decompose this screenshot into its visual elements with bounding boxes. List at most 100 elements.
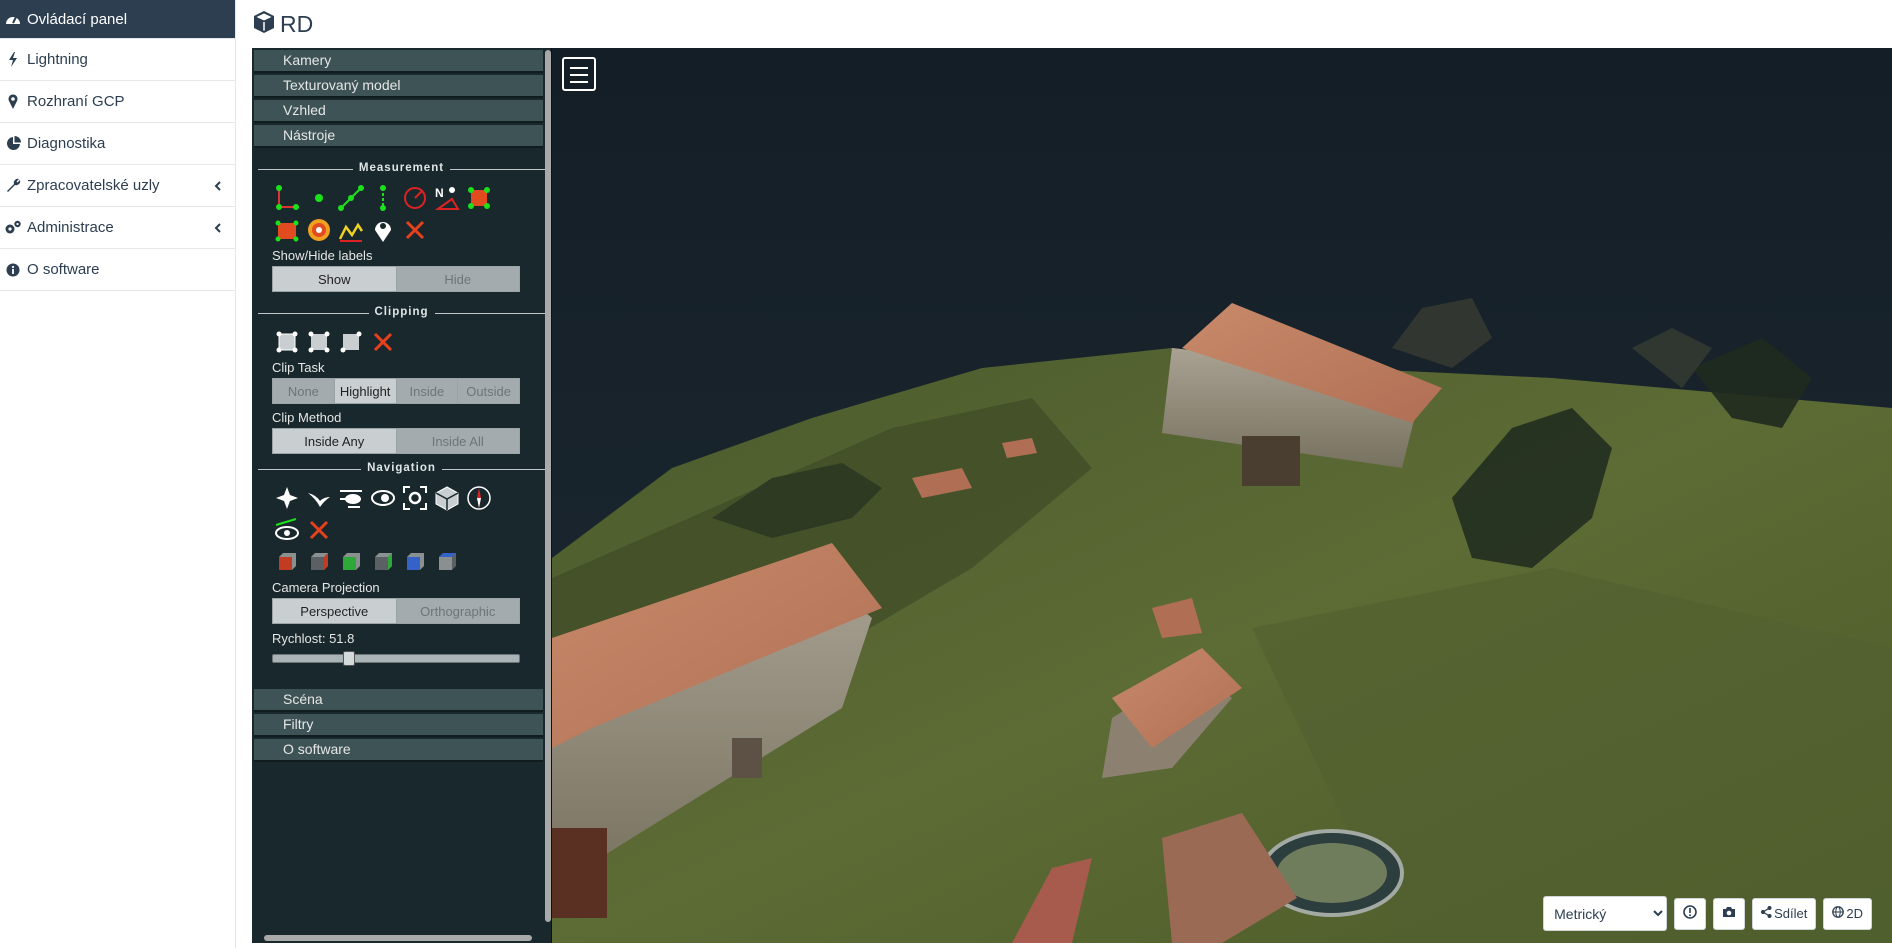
navigation-tools-row1 [252, 482, 551, 514]
cube-icon [252, 10, 276, 39]
perspective-button[interactable]: Perspective [273, 599, 397, 623]
gears-icon [4, 220, 22, 236]
globe-icon [1832, 906, 1845, 921]
sidebar-item-label: Zpracovatelské uzly [27, 177, 160, 194]
screenshot-button[interactable] [1713, 897, 1746, 930]
page-header: RD [252, 8, 313, 40]
accordion-textured-model[interactable]: Texturovaný model [254, 75, 543, 98]
accordion-scene[interactable]: Scéna [254, 689, 543, 712]
compass-icon[interactable] [464, 484, 493, 513]
show-labels-button[interactable]: Show [273, 267, 397, 291]
section-title: Clipping [368, 306, 435, 318]
sidebar-item-gcp-interface[interactable]: Rozhraní GCP [0, 81, 235, 123]
orthographic-button[interactable]: Orthographic [396, 599, 519, 623]
clip-method-group: Inside Any Inside All [272, 428, 520, 454]
height-profile-icon[interactable] [336, 216, 365, 245]
bolt-icon [4, 52, 22, 68]
accordion-about[interactable]: O software [254, 739, 543, 762]
sidebar-item-label: Ovládací panel [27, 10, 128, 28]
distance-measure-icon[interactable] [336, 184, 365, 213]
clip-method-inside-all-button[interactable]: Inside All [396, 429, 519, 453]
sidebar-item-label: Lightning [27, 51, 88, 68]
panel-horizontal-scrollbar[interactable] [264, 935, 532, 941]
earth-controls-icon[interactable] [272, 484, 301, 513]
camera-animation-icon[interactable] [272, 516, 301, 545]
navigation-tools-row2 [252, 514, 551, 546]
chevron-left-icon [214, 220, 221, 237]
helicopter-controls-icon[interactable] [336, 484, 365, 513]
view-mode-label: 2D [1846, 906, 1863, 921]
gps-info-button[interactable] [1674, 897, 1707, 930]
dashboard-icon [4, 11, 22, 27]
units-select[interactable]: Metrický [1543, 896, 1668, 931]
accordion-tools[interactable]: Nástroje [254, 125, 543, 148]
top-view-icon[interactable] [400, 548, 429, 577]
wrench-icon [4, 178, 22, 194]
azimuth-measure-icon[interactable]: N [432, 184, 461, 213]
measurement-section-title: Measurement [258, 162, 545, 176]
camera-projection-label: Camera Projection [272, 580, 380, 595]
orbit-controls-icon[interactable] [368, 484, 397, 513]
point-measure-icon[interactable] [304, 184, 333, 213]
menu-toggle-button[interactable] [562, 57, 596, 91]
annotation-marker-icon[interactable] [368, 216, 397, 245]
view-mode-button[interactable]: 2D [1823, 897, 1872, 930]
remove-measurements-icon[interactable] [400, 216, 429, 245]
labels-toggle-group: Show Hide [272, 266, 520, 292]
sidebar-item-lightning[interactable]: Lightning [0, 39, 235, 81]
clip-polygon-icon[interactable] [304, 328, 333, 357]
info-circle-icon [1683, 905, 1697, 922]
chevron-left-icon [214, 178, 221, 195]
navigation-cube-icon[interactable] [432, 484, 461, 513]
fly-controls-icon[interactable] [304, 484, 333, 513]
hide-labels-button[interactable]: Hide [396, 267, 519, 291]
sidebar-item-administration[interactable]: Administrace [0, 207, 235, 249]
clipping-section-title: Clipping [258, 306, 545, 320]
menu-icon [570, 67, 588, 69]
height-measure-icon[interactable] [368, 184, 397, 213]
sidebar-item-processing-nodes[interactable]: Zpracovatelské uzly [0, 165, 235, 207]
circle-measure-icon[interactable] [400, 184, 429, 213]
clip-task-none-button[interactable]: None [273, 379, 335, 403]
share-icon [1761, 906, 1772, 921]
remove-animation-icon[interactable] [304, 516, 333, 545]
accordion-cameras[interactable]: Kamery [254, 50, 543, 73]
accordion-filters[interactable]: Filtry [254, 714, 543, 737]
camera-projection-group: Perspective Orthographic [272, 598, 520, 624]
speed-slider-thumb[interactable] [343, 651, 355, 666]
angle-measure-icon[interactable] [272, 184, 301, 213]
clip-method-label: Clip Method [272, 410, 342, 425]
focus-icon[interactable] [400, 484, 429, 513]
point-cloud-scene[interactable] [552, 48, 1892, 943]
panel-vertical-scrollbar[interactable] [545, 50, 551, 922]
back-view-icon[interactable] [368, 548, 397, 577]
clip-task-inside-button[interactable]: Inside [396, 379, 459, 403]
show-hide-labels-label: Show/Hide labels [272, 248, 373, 263]
measurement-tools-row2 [252, 214, 551, 246]
accordion-appearance[interactable]: Vzhled [254, 100, 543, 123]
clip-screen-box-icon[interactable] [336, 328, 365, 357]
sidebar-item-dashboard[interactable]: Ovládací panel [0, 0, 235, 39]
left-view-icon[interactable] [272, 548, 301, 577]
svg-text:N: N [435, 186, 444, 200]
volume-measure-icon[interactable] [272, 216, 301, 245]
clip-task-highlight-button[interactable]: Highlight [334, 379, 397, 403]
sidebar-item-diagnostics[interactable]: Diagnostika [0, 123, 235, 165]
right-view-icon[interactable] [304, 548, 333, 577]
sidebar-item-label: Diagnostika [27, 135, 106, 152]
remove-clipping-icon[interactable] [368, 328, 397, 357]
app-sidebar: Ovládací panel Lightning Rozhraní GCP Di… [0, 0, 236, 948]
share-button[interactable]: Sdílet [1752, 897, 1817, 930]
clip-task-outside-button[interactable]: Outside [458, 379, 519, 403]
bottom-view-icon[interactable] [432, 548, 461, 577]
sphere-volume-icon[interactable] [304, 216, 333, 245]
speed-slider[interactable] [272, 651, 520, 666]
menu-icon-bar [570, 81, 588, 83]
sidebar-item-about[interactable]: O software [0, 249, 235, 291]
area-measure-icon[interactable] [464, 184, 493, 213]
clip-volume-icon[interactable] [272, 328, 301, 357]
clip-task-label: Clip Task [272, 360, 325, 375]
front-view-icon[interactable] [336, 548, 365, 577]
point-cloud-viewer[interactable]: Kamery Texturovaný model Vzhled Nástroje… [252, 48, 1892, 943]
clip-method-inside-any-button[interactable]: Inside Any [273, 429, 397, 453]
